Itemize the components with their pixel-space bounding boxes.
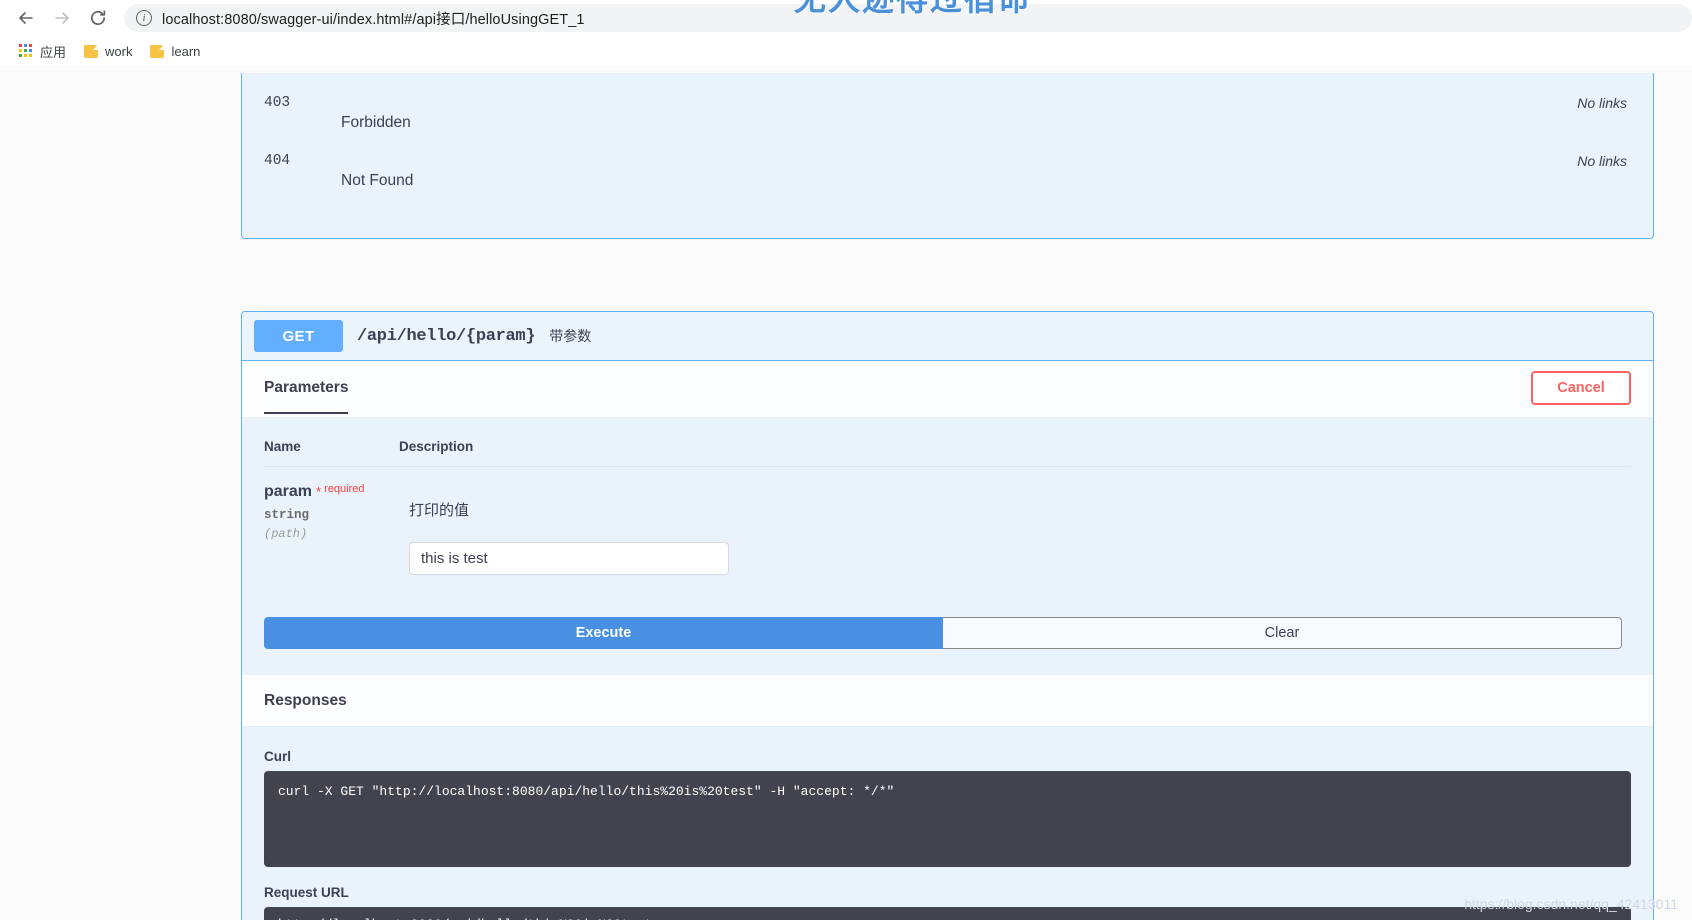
clear-button[interactable]: Clear bbox=[943, 617, 1622, 649]
response-code: 403 bbox=[264, 95, 291, 111]
parameters-area: Name Description param * required string … bbox=[242, 417, 1653, 617]
bookmarks-bar: 应用 work learn bbox=[0, 36, 1692, 66]
parameter-row: param * required string (path) 打印的值 bbox=[264, 467, 1631, 617]
curl-label: Curl bbox=[264, 749, 291, 764]
swagger-ui-page: 403 Forbidden No links 404 Not Found No … bbox=[0, 66, 1692, 920]
curl-command-block[interactable]: curl -X GET "http://localhost:8080/api/h… bbox=[264, 771, 1631, 867]
request-url-block[interactable]: http://localhost:8080/api/hello/this%20i… bbox=[264, 907, 1631, 920]
apps-grid-icon bbox=[19, 44, 33, 58]
parameter-name-cell: param * required string (path) bbox=[264, 483, 399, 617]
parameters-header: Parameters Cancel bbox=[242, 361, 1653, 417]
responses-body: Curl curl -X GET "http://localhost:8080/… bbox=[242, 727, 1653, 920]
omnibox[interactable]: i localhost:8080/swagger-ui/index.html#/… bbox=[124, 4, 1692, 32]
response-links: No links bbox=[1577, 153, 1627, 169]
bookmark-label: learn bbox=[171, 43, 201, 59]
bookmark-work[interactable]: work bbox=[77, 41, 139, 62]
opblock-get-hello-param: GET /api/hello/{param} 带参数 Parameters Ca… bbox=[241, 311, 1654, 920]
folder-icon bbox=[150, 44, 165, 58]
request-url-label: Request URL bbox=[264, 885, 349, 900]
response-links: No links bbox=[1577, 95, 1627, 111]
required-star: * bbox=[316, 484, 322, 499]
bookmark-apps[interactable]: 应用 bbox=[12, 39, 73, 64]
required-label: required bbox=[324, 483, 365, 495]
parameter-name: param bbox=[264, 483, 313, 500]
response-row-403: 403 Forbidden No links bbox=[242, 73, 1653, 135]
responses-header: Responses bbox=[242, 675, 1653, 727]
tab-parameters[interactable]: Parameters bbox=[264, 365, 349, 414]
execute-clear-row: Execute Clear bbox=[242, 617, 1653, 675]
opblock-body: Parameters Cancel Name Description param… bbox=[242, 361, 1653, 920]
operation-path: /api/hello/{param} bbox=[357, 326, 536, 346]
parameter-description-cell: 打印的值 bbox=[399, 483, 1631, 617]
operation-summary: 带参数 bbox=[549, 328, 592, 344]
responses-continuation-block: 403 Forbidden No links 404 Not Found No … bbox=[241, 73, 1654, 239]
response-description: Forbidden bbox=[341, 114, 411, 131]
parameter-type: string bbox=[264, 508, 310, 522]
info-circle-icon[interactable]: i bbox=[136, 10, 152, 26]
response-description: Not Found bbox=[341, 172, 414, 189]
http-method-badge: GET bbox=[254, 320, 343, 352]
back-arrow-icon[interactable] bbox=[8, 0, 44, 36]
column-header-description: Description bbox=[399, 439, 474, 454]
parameter-value-input[interactable] bbox=[409, 542, 729, 575]
execute-button[interactable]: Execute bbox=[264, 617, 943, 649]
bookmark-learn[interactable]: learn bbox=[143, 41, 207, 62]
bookmark-label: work bbox=[105, 43, 133, 59]
folder-icon bbox=[84, 44, 99, 58]
browser-chrome: i localhost:8080/swagger-ui/index.html#/… bbox=[0, 0, 1692, 66]
opblock-summary[interactable]: GET /api/hello/{param} 带参数 bbox=[242, 312, 1653, 361]
responses-title: Responses bbox=[264, 691, 347, 709]
response-row-404: 404 Not Found No links bbox=[242, 131, 1653, 193]
address-bar-url[interactable]: localhost:8080/swagger-ui/index.html#/ap… bbox=[162, 8, 585, 29]
parameter-description: 打印的值 bbox=[409, 502, 470, 519]
parameters-table-header: Name Description bbox=[264, 417, 1631, 467]
parameter-location: (path) bbox=[264, 527, 308, 541]
bookmark-label: 应用 bbox=[40, 44, 67, 60]
cancel-button[interactable]: Cancel bbox=[1531, 371, 1631, 405]
response-code: 404 bbox=[264, 153, 291, 169]
reload-icon[interactable] bbox=[80, 0, 116, 36]
forward-arrow-icon[interactable] bbox=[44, 0, 80, 36]
required-marker: * required bbox=[316, 483, 364, 499]
column-header-name: Name bbox=[264, 439, 301, 454]
browser-toolbar: i localhost:8080/swagger-ui/index.html#/… bbox=[0, 0, 1692, 36]
